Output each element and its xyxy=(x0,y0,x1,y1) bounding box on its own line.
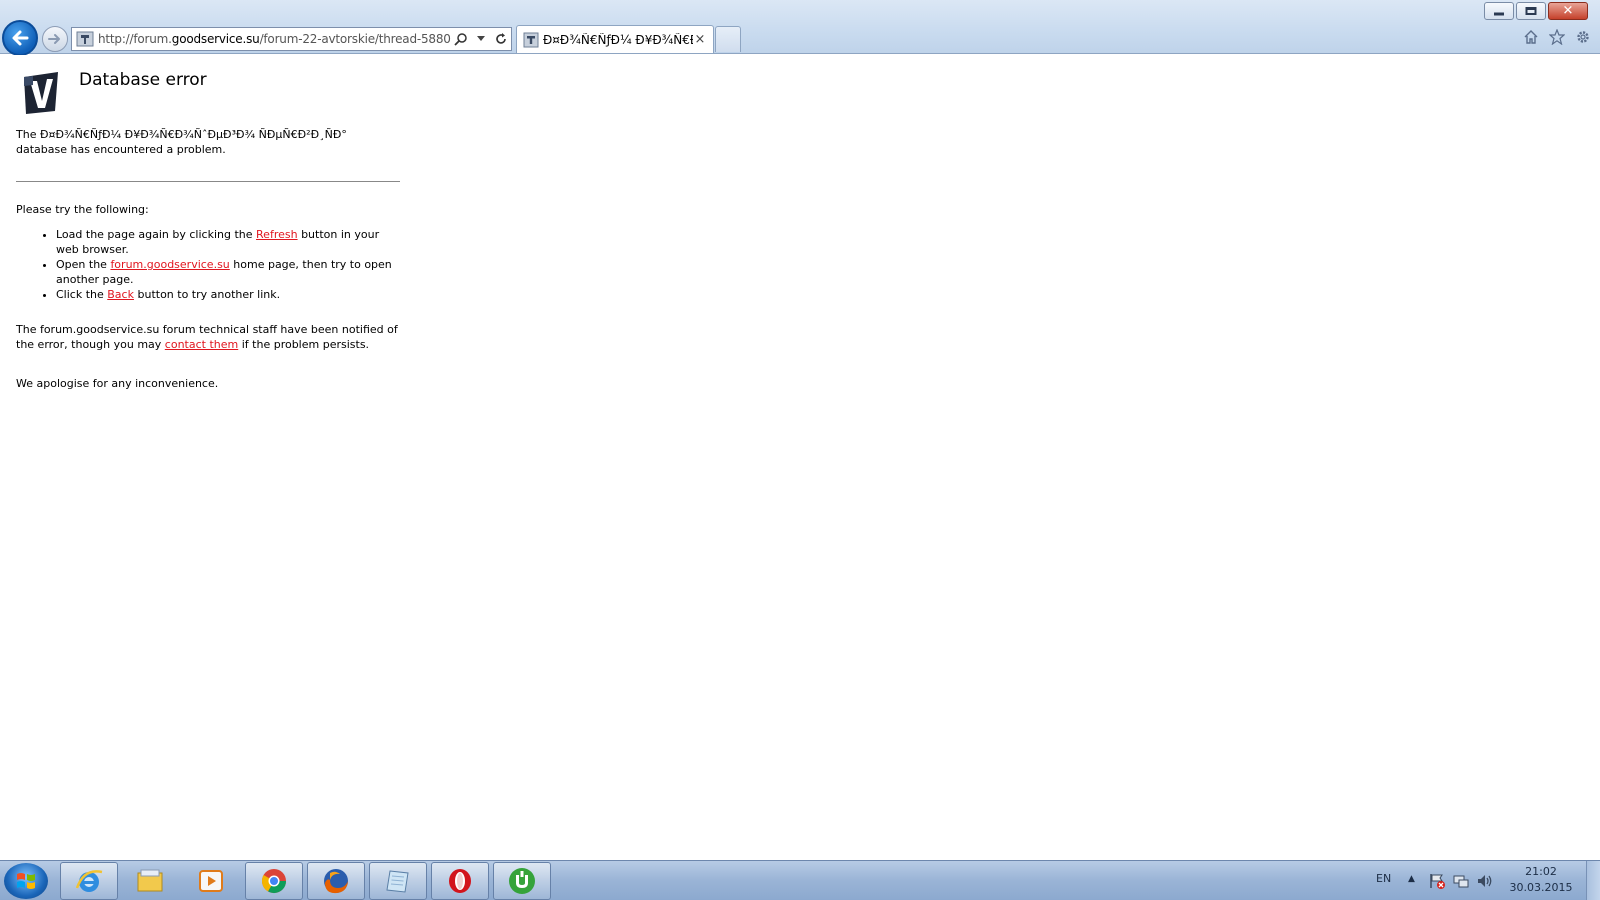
clock-date: 30.03.2015 xyxy=(1509,881,1573,894)
home-button[interactable] xyxy=(1522,28,1540,46)
clock-time: 21:02 xyxy=(1525,865,1557,878)
tab-active[interactable]: Ð¤Ð¾Ñ€ÑƒÐ¼ Ð¥Ð¾Ñ€Ð... × xyxy=(516,25,714,53)
taskbar-app-internet-explorer[interactable] xyxy=(60,862,118,900)
minimize-icon xyxy=(1494,12,1504,16)
star-icon xyxy=(1549,29,1565,45)
file-explorer-icon xyxy=(137,869,163,892)
list-item: Click the Back button to try another lin… xyxy=(56,287,400,302)
language-indicator[interactable]: EN xyxy=(1376,872,1391,885)
close-window-button[interactable]: ✕ xyxy=(1548,2,1588,20)
chrome-icon xyxy=(261,869,286,894)
address-bar[interactable]: http://forum.goodservice.su/forum-22-avt… xyxy=(71,27,512,51)
url-domain: goodservice.su xyxy=(171,32,260,46)
browser-right-tools xyxy=(1522,28,1592,46)
notes-app-icon xyxy=(386,870,409,893)
home-page-link[interactable]: forum.goodservice.su xyxy=(110,258,229,271)
tab-title: Ð¤Ð¾Ñ€ÑƒÐ¼ Ð¥Ð¾Ñ€Ð... xyxy=(543,32,693,47)
divider xyxy=(16,181,400,182)
page-content: Database error The Ð¤Ð¾Ñ€ÑƒÐ¼ Ð¥Ð¾Ñ€Ð¾Ñˆ… xyxy=(0,55,1600,859)
intro-tail: database has encountered a problem. xyxy=(16,143,226,156)
new-tab-button[interactable] xyxy=(715,26,741,52)
forum-name-garbled: Ð¤Ð¾Ñ€ÑƒÐ¼ Ð¥Ð¾Ñ€Ð¾ÑˆÐµÐ³Ð¾ ÑÐµÑ€Ð²Ð¸ÑÐ° xyxy=(39,128,347,141)
back-arrow-icon xyxy=(12,30,29,46)
address-url[interactable]: http://forum.goodservice.su/forum-22-avt… xyxy=(98,32,451,46)
tab-favicon-icon xyxy=(523,32,539,47)
step-text: Load the page again by clicking the xyxy=(56,228,253,241)
media-player-icon xyxy=(199,870,223,892)
refresh-link[interactable]: Refresh xyxy=(256,228,298,241)
try-heading: Please try the following: xyxy=(16,203,149,216)
site-logo-icon xyxy=(24,72,58,114)
forward-arrow-icon xyxy=(48,34,60,44)
show-hidden-icons-button[interactable]: ▲ xyxy=(1408,874,1415,884)
tab-close-button[interactable]: × xyxy=(693,32,707,47)
windows-logo-icon xyxy=(17,873,35,889)
taskbar: EN ▲ 21:02 30.03.2015 xyxy=(0,860,1600,900)
close-icon: ✕ xyxy=(1562,3,1574,19)
taskbar-app-opera[interactable] xyxy=(431,862,489,900)
address-dropdown-button[interactable] xyxy=(473,31,489,47)
taskbar-app-media-player[interactable] xyxy=(182,862,240,900)
firefox-icon xyxy=(324,869,348,894)
favorites-button[interactable] xyxy=(1548,28,1566,46)
gear-icon xyxy=(1577,31,1589,43)
step-text: Open the xyxy=(56,258,107,271)
url-prefix: http://forum. xyxy=(98,32,172,46)
chevron-down-icon xyxy=(477,36,485,41)
suggestion-list: Load the page again by clicking the Refr… xyxy=(16,227,400,302)
intro-lead: The xyxy=(16,128,37,141)
clock[interactable]: 21:02 30.03.2015 xyxy=(1506,864,1576,896)
search-icon xyxy=(454,33,467,46)
step-text: button to try another link. xyxy=(137,288,281,301)
network-icon[interactable] xyxy=(1452,872,1470,890)
tools-button[interactable] xyxy=(1574,28,1592,46)
intro-text: The Ð¤Ð¾Ñ€ÑƒÐ¼ Ð¥Ð¾Ñ€Ð¾ÑˆÐµÐ³Ð¾ ÑÐµÑ€Ð²Ð… xyxy=(16,127,400,157)
start-button[interactable] xyxy=(4,863,48,899)
page-title: Database error xyxy=(79,70,207,90)
apology-text: We apologise for any inconvenience. xyxy=(16,377,219,390)
action-center-flag-icon[interactable] xyxy=(1428,872,1446,890)
system-tray: EN ▲ 21:02 30.03.2015 xyxy=(1360,861,1600,900)
volume-icon[interactable] xyxy=(1476,872,1494,890)
list-item: Open the forum.goodservice.su home page,… xyxy=(56,257,400,287)
taskbar-app-chrome[interactable] xyxy=(245,862,303,900)
home-icon xyxy=(1524,30,1538,44)
contact-link[interactable]: contact them xyxy=(165,338,238,351)
taskbar-app-firefox[interactable] xyxy=(307,862,365,900)
error-message: The Ð¤Ð¾Ñ€ÑƒÐ¼ Ð¥Ð¾Ñ€Ð¾ÑˆÐµÐ³Ð¾ ÑÐµÑ€Ð²Ð… xyxy=(16,127,400,391)
show-desktop-button[interactable] xyxy=(1586,861,1600,900)
search-button[interactable] xyxy=(453,31,469,47)
utorrent-icon xyxy=(509,868,535,894)
step-text: Click the xyxy=(56,288,104,301)
internet-explorer-icon xyxy=(75,870,103,892)
back-button[interactable] xyxy=(2,20,38,56)
url-path: /forum-22-avtorskie/thread-5880-esli-v xyxy=(259,32,451,46)
back-link[interactable]: Back xyxy=(107,288,134,301)
taskbar-app-utorrent[interactable] xyxy=(493,862,551,900)
restore-button[interactable] xyxy=(1516,2,1546,20)
window-controls: ✕ xyxy=(1484,2,1588,20)
minimize-button[interactable] xyxy=(1484,2,1514,20)
taskbar-app-notes[interactable] xyxy=(369,862,427,900)
browser-toolbar: ✕ http://forum.goodservice.su/forum-22-a… xyxy=(0,0,1600,56)
site-favicon-icon xyxy=(76,31,94,47)
refresh-icon xyxy=(496,33,506,44)
notice-text: The forum.goodservice.su forum technical… xyxy=(16,322,400,352)
forward-button[interactable] xyxy=(42,26,68,52)
restore-icon xyxy=(1525,7,1537,15)
opera-icon xyxy=(449,869,471,893)
taskbar-app-file-explorer[interactable] xyxy=(121,862,179,900)
list-item: Load the page again by clicking the Refr… xyxy=(56,227,400,257)
notice-after: if the problem persists. xyxy=(241,338,370,351)
refresh-button[interactable] xyxy=(493,31,509,47)
